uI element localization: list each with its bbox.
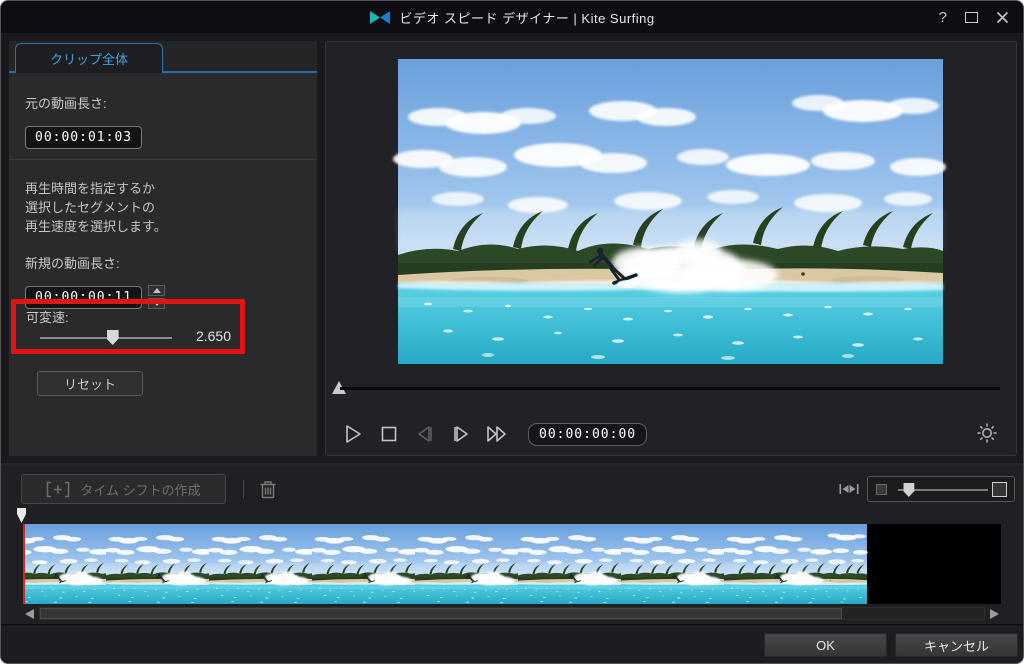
- timeline-panel: タイム シフトの作成: [1, 463, 1024, 664]
- zoom-in-icon[interactable]: [992, 482, 1007, 497]
- original-length-label: 元の動画長さ:: [25, 93, 301, 112]
- create-time-shift-button[interactable]: タイム シフトの作成: [21, 474, 226, 504]
- preview-panel: 00:00:00:00: [325, 41, 1017, 456]
- title-group: ビデオ スピード デザイナー | Kite Surfing: [369, 8, 654, 27]
- titlebar-controls: ?: [939, 1, 1009, 33]
- original-length-section: 元の動画長さ: 00:00:01:03: [25, 93, 301, 149]
- main-area: クリップ全体 元の動画長さ: 00:00:01:03 再生時間を指定するか 選択…: [1, 33, 1024, 463]
- description-line: 選択したセグメントの: [25, 198, 301, 217]
- preview-timecode: 00:00:00:00: [528, 423, 647, 446]
- timeline-zoom-control: [867, 476, 1015, 502]
- video-preview[interactable]: [398, 59, 943, 364]
- scroll-left-icon[interactable]: [25, 609, 34, 619]
- cancel-button[interactable]: キャンセル: [895, 633, 1018, 657]
- scrollbar-track[interactable]: [39, 607, 985, 620]
- original-length-value: 00:00:01:03: [25, 126, 142, 149]
- create-time-shift-label: タイム シフトの作成: [80, 480, 200, 499]
- maximize-icon[interactable]: [965, 12, 978, 23]
- next-frame-button[interactable]: [448, 421, 474, 447]
- add-time-shift-icon: [46, 481, 70, 498]
- timeline-playhead-line: [23, 524, 25, 604]
- settings-gear-icon[interactable]: [976, 422, 1000, 446]
- timeline-scrollbar: [23, 607, 1001, 620]
- titlebar: ビデオ スピード デザイナー | Kite Surfing ?: [1, 1, 1023, 33]
- tab-row: クリップ全体: [9, 41, 317, 73]
- help-icon[interactable]: ?: [939, 10, 947, 25]
- footer-bar: OK キャンセル: [1, 624, 1024, 664]
- fast-forward-button[interactable]: [484, 421, 510, 447]
- delete-trash-icon[interactable]: [259, 479, 277, 499]
- variable-speed-slider[interactable]: [40, 337, 172, 339]
- ok-button[interactable]: OK: [764, 633, 887, 657]
- seek-track[interactable]: [340, 387, 1000, 390]
- tab-entire-clip[interactable]: クリップ全体: [15, 43, 163, 73]
- scrollbar-thumb[interactable]: [40, 608, 842, 619]
- variable-speed-value: 2.650: [196, 328, 231, 344]
- scroll-right-icon[interactable]: [990, 609, 999, 619]
- timeline-zoom-thumb[interactable]: [903, 483, 914, 497]
- video-speed-designer-window: ビデオ スピード デザイナー | Kite Surfing ? クリップ全体 元…: [0, 0, 1024, 664]
- annotation-highlight-red-box: 可変速: 2.650: [11, 299, 245, 354]
- description-line: 再生時間を指定するか: [25, 179, 301, 198]
- arrow-up-icon: [153, 288, 161, 293]
- filmstrip-track[interactable]: [23, 524, 1001, 604]
- zoom-out-icon[interactable]: [876, 484, 887, 495]
- kite-surfing-frame: [398, 59, 943, 364]
- app-logo-icon: [369, 10, 391, 25]
- play-button[interactable]: [340, 421, 366, 447]
- fit-timeline-icon[interactable]: [839, 481, 859, 497]
- previous-frame-button[interactable]: [412, 421, 438, 447]
- timeline-zoom-slider[interactable]: [898, 489, 988, 491]
- stop-button[interactable]: [376, 421, 402, 447]
- section-divider: [9, 159, 317, 160]
- timeline-playhead-marker[interactable]: [17, 508, 27, 524]
- reset-button[interactable]: リセット: [37, 371, 143, 396]
- new-length-label: 新規の動画長さ:: [25, 253, 301, 272]
- seek-bar: [326, 378, 1016, 398]
- variable-speed-slider-thumb[interactable]: [107, 330, 119, 345]
- close-icon[interactable]: [996, 11, 1009, 24]
- transport-controls: 00:00:00:00: [326, 414, 1016, 454]
- stepper-up-button[interactable]: [148, 285, 165, 296]
- window-title: ビデオ スピード デザイナー | Kite Surfing: [399, 8, 654, 27]
- variable-speed-label: 可変速:: [26, 307, 69, 326]
- clip-settings-panel: クリップ全体 元の動画長さ: 00:00:01:03 再生時間を指定するか 選択…: [9, 41, 317, 456]
- description-text: 再生時間を指定するか 選択したセグメントの 再生速度を選択します。: [25, 179, 301, 236]
- filmstrip-thumbnail[interactable]: [744, 524, 847, 604]
- toolbar-separator: [243, 480, 244, 498]
- description-line: 再生速度を選択します。: [25, 217, 301, 236]
